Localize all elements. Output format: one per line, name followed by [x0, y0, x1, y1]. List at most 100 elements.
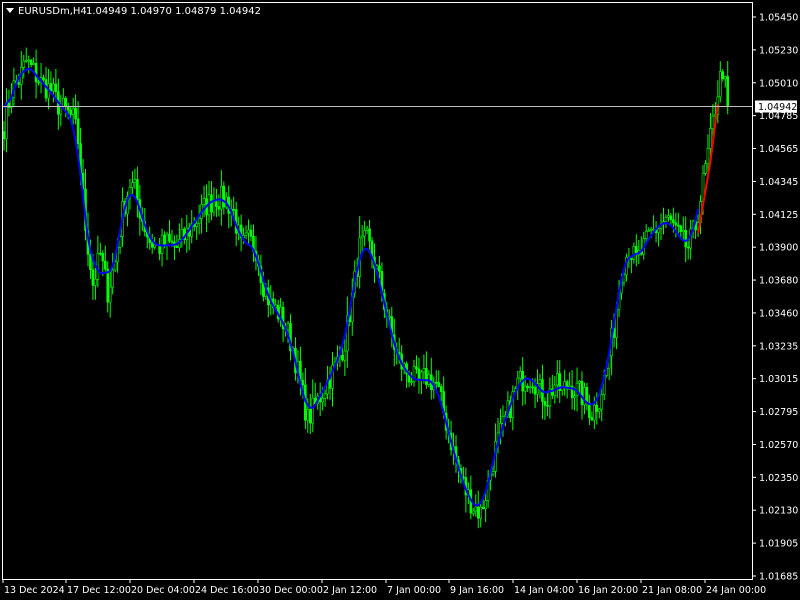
- candle-body: [437, 382, 441, 387]
- candle-body: [244, 232, 248, 236]
- candle-body: [22, 60, 26, 68]
- candle-body: [308, 409, 312, 424]
- ohlc-values: 1.04949 1.04970 1.04879 1.04942: [86, 6, 261, 17]
- candle-body: [52, 83, 55, 92]
- candle-body: [590, 417, 594, 421]
- chart-header: EURUSDm,H4 1.04949 1.04970 1.04879 1.049…: [6, 6, 261, 17]
- candle-body: [593, 404, 596, 421]
- price-tick-label: 1.03015: [759, 374, 798, 385]
- candle-body: [34, 62, 38, 83]
- candle-body: [422, 368, 426, 373]
- price-tick-label: 1.01905: [759, 539, 798, 550]
- candle-body: [644, 230, 648, 239]
- candle-body: [99, 252, 102, 255]
- time-tick-label: 20 Dec 04:00: [131, 585, 195, 596]
- candle-body: [726, 76, 730, 106]
- candle-body: [434, 381, 438, 384]
- candle-body: [679, 225, 683, 232]
- candle-body: [101, 253, 105, 262]
- candle-body: [410, 381, 413, 383]
- candle-body: [202, 198, 206, 205]
- candle-body: [54, 83, 58, 93]
- candle-body: [27, 59, 31, 62]
- candle-body: [133, 179, 137, 183]
- candle-body: [657, 228, 660, 233]
- candle-body: [168, 233, 171, 242]
- candle-body: [711, 115, 715, 129]
- candle-body: [476, 506, 480, 519]
- candle-body: [526, 385, 529, 388]
- candle-body: [29, 59, 33, 65]
- candle-body: [103, 260, 107, 270]
- candle-body: [543, 401, 547, 406]
- candle-body: [573, 395, 576, 398]
- candle-body: [479, 506, 483, 519]
- candle-body: [341, 355, 344, 361]
- price-chart[interactable]: 1.054501.052301.050101.047851.045651.043…: [0, 0, 800, 600]
- price-tick-label: 1.04345: [759, 177, 798, 188]
- candle-body: [368, 228, 371, 242]
- price-tick-label: 1.05450: [759, 13, 798, 24]
- candle-body: [153, 244, 156, 248]
- price-tick-label: 1.05230: [759, 45, 798, 56]
- candle-body: [64, 97, 68, 108]
- price-tick-label: 1.03680: [759, 276, 798, 287]
- candle-body: [721, 71, 725, 80]
- time-tick-label: 17 Dec 12:00: [67, 585, 131, 596]
- candle-body: [71, 107, 75, 115]
- candle-body: [439, 386, 443, 392]
- price-tick-label: 1.03235: [759, 341, 798, 352]
- candle-body: [249, 229, 253, 237]
- candle-body: [321, 397, 324, 403]
- candle-body: [585, 386, 589, 404]
- candle-body: [247, 229, 250, 234]
- candle-body: [217, 206, 221, 210]
- candle-body: [136, 179, 139, 200]
- candle-body: [474, 506, 478, 512]
- candle-body: [378, 265, 381, 272]
- candle-body: [222, 185, 226, 208]
- candle-body: [706, 148, 710, 164]
- current-price-text: 1.04942: [758, 102, 797, 113]
- candle-body: [17, 82, 21, 85]
- candle-body: [49, 83, 53, 92]
- time-tick-label: 21 Jan 08:00: [642, 585, 702, 596]
- candle-body: [91, 269, 95, 286]
- candle-body: [32, 62, 35, 65]
- candle-body: [89, 254, 92, 271]
- price-tick-label: 1.02130: [759, 506, 798, 517]
- candle-body: [76, 118, 80, 144]
- time-tick-label: 9 Jan 16:00: [450, 585, 504, 596]
- candle-body: [723, 76, 727, 80]
- candle-body: [286, 323, 290, 331]
- candle-body: [311, 397, 315, 424]
- candle-body: [718, 71, 722, 98]
- candle-body: [170, 240, 174, 243]
- price-tick-label: 1.05010: [759, 78, 798, 89]
- candle-body: [528, 386, 532, 389]
- candle-body: [597, 408, 601, 412]
- candle-body: [113, 261, 117, 271]
- price-tick-label: 1.04125: [759, 210, 798, 221]
- candle-body: [674, 222, 678, 226]
- candle-body: [365, 228, 369, 231]
- candle-body: [669, 215, 673, 220]
- time-tick-label: 7 Jan 00:00: [387, 585, 441, 596]
- candle-body: [632, 246, 636, 260]
- candle-body: [649, 228, 653, 231]
- candle-body: [328, 379, 332, 389]
- candle-body: [363, 229, 366, 237]
- symbol-timeframe: EURUSDm,H4: [18, 6, 87, 17]
- candle-body: [232, 208, 236, 211]
- candle-body: [471, 510, 475, 514]
- candle-body: [61, 97, 65, 107]
- time-tick-label: 24 Dec 16:00: [195, 585, 259, 596]
- candle-body: [360, 235, 364, 239]
- candle-body: [306, 409, 310, 421]
- time-tick-label: 13 Dec 2024: [4, 585, 65, 596]
- chart-background: [0, 0, 800, 600]
- candle-body: [491, 471, 495, 475]
- candle-body: [5, 102, 8, 140]
- candle-body: [709, 128, 712, 149]
- candle-body: [481, 506, 485, 510]
